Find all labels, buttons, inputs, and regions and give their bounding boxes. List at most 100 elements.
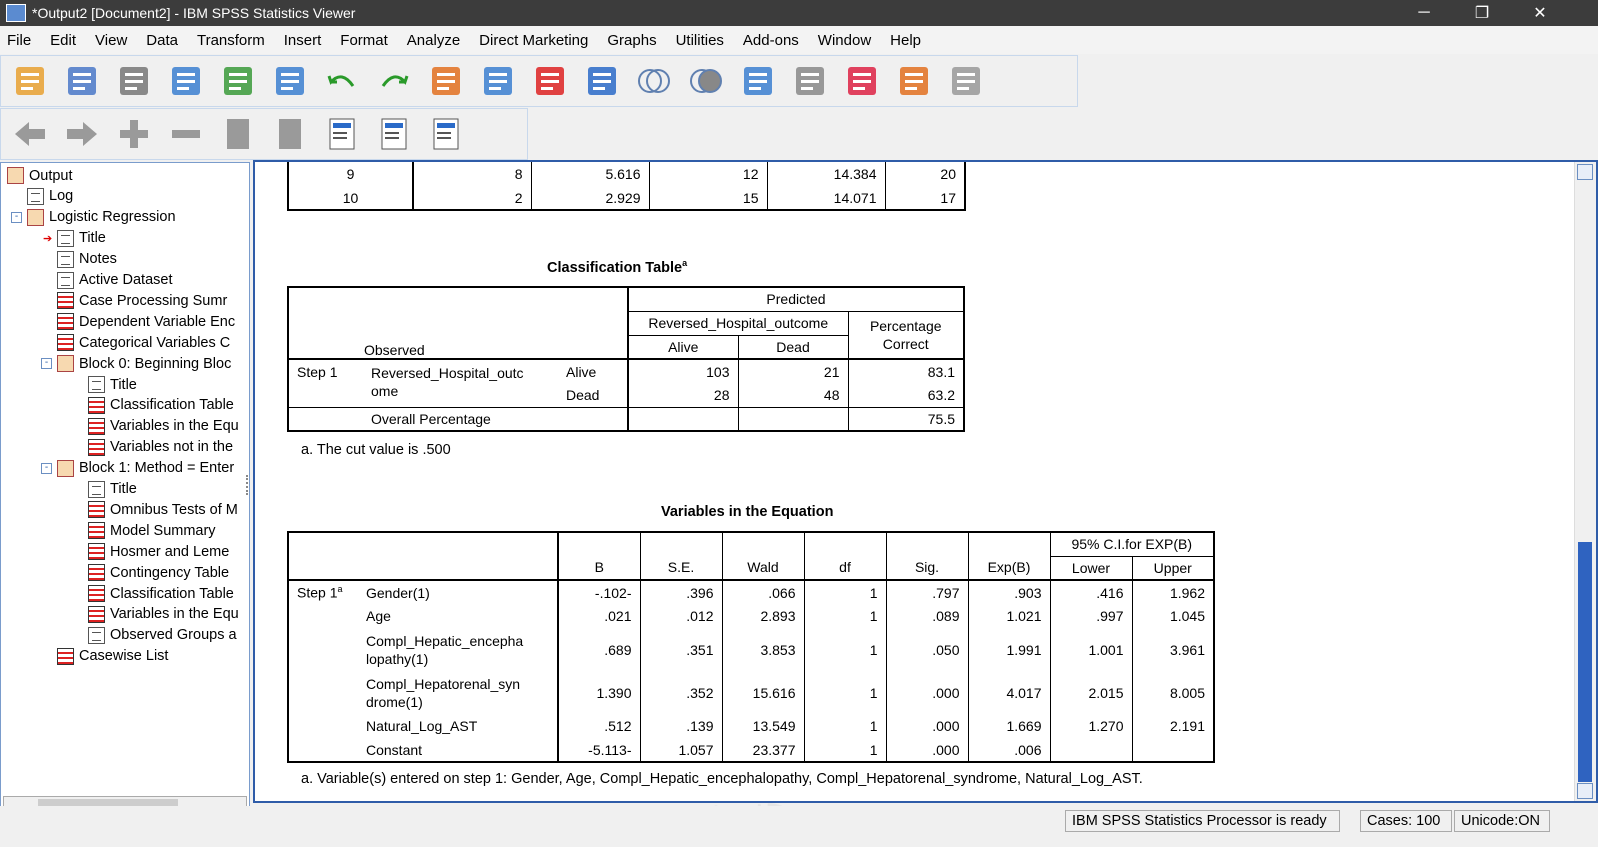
table-cell: .416 xyxy=(1050,580,1133,604)
select-cases-icon[interactable] xyxy=(633,60,675,102)
book-icon xyxy=(7,167,24,184)
outline-item[interactable]: Variables not in the xyxy=(88,437,233,458)
scrollbar-thumb[interactable] xyxy=(1578,542,1592,782)
menu-insert[interactable]: Insert xyxy=(284,32,322,49)
open-icon[interactable] xyxy=(9,60,51,102)
collapse-icon[interactable]: - xyxy=(11,211,22,223)
row-var-line1: Reversed_Hospital_outc xyxy=(371,365,524,381)
menu-utilities[interactable]: Utilities xyxy=(676,32,724,49)
save-icon[interactable] xyxy=(61,60,103,102)
run-script-icon[interactable] xyxy=(893,60,935,102)
table-icon xyxy=(88,396,105,414)
outline-item-label: Model Summary xyxy=(110,522,216,539)
outline-item[interactable]: Log xyxy=(27,186,73,207)
menu-file[interactable]: File xyxy=(7,32,31,49)
hide-icon[interactable] xyxy=(269,113,311,155)
menu-analyze[interactable]: Analyze xyxy=(407,32,460,49)
outline-item[interactable]: Case Processing Sumr xyxy=(57,290,227,311)
menu-edit[interactable]: Edit xyxy=(50,32,76,49)
display-icon[interactable] xyxy=(945,60,987,102)
outline-item[interactable]: Observed Groups a xyxy=(88,625,237,646)
outline-item[interactable]: Dependent Variable Enc xyxy=(57,311,235,332)
goto-case-icon[interactable] xyxy=(477,60,519,102)
print-preview-icon[interactable] xyxy=(165,60,207,102)
insert-output-icon[interactable] xyxy=(529,60,571,102)
export-icon[interactable] xyxy=(217,60,259,102)
recall-dialog-icon[interactable] xyxy=(269,60,311,102)
dead-col-header: Dead xyxy=(738,335,849,360)
outline-pane[interactable]: Output Log Logistic Regression - ➔ Title Notes… xyxy=(0,162,250,817)
minimize-icon[interactable]: ─ xyxy=(1395,0,1453,26)
collapse-icon[interactable]: - xyxy=(41,462,52,474)
demote-icon[interactable] xyxy=(425,113,467,155)
table-cell: .012 xyxy=(640,604,723,628)
outline-item[interactable]: Variables in the Equ xyxy=(88,416,239,437)
outline-item[interactable]: Title xyxy=(88,374,137,395)
variable-name-line1: Constant xyxy=(366,741,423,758)
insert-heading-icon[interactable] xyxy=(321,113,363,155)
show-all-icon[interactable] xyxy=(685,60,727,102)
outline-item[interactable]: Title xyxy=(88,479,137,500)
outline-item[interactable]: ➔ Title xyxy=(43,228,106,249)
outline-item[interactable]: Block 1: Method = Enter xyxy=(57,458,234,479)
table-icon xyxy=(88,605,105,623)
back-icon[interactable] xyxy=(9,113,51,155)
menu-graphs[interactable]: Graphs xyxy=(607,32,656,49)
output-content-pane[interactable]: 9 8 5.616 12 14.384 20 10 2 2.929 15 14.071 17 Clas… xyxy=(253,160,1598,803)
pane-splitter[interactable] xyxy=(246,475,250,495)
menu-data[interactable]: Data xyxy=(146,32,178,49)
menu-format[interactable]: Format xyxy=(340,32,388,49)
table-cell: .797 xyxy=(886,580,969,604)
collapse-icon[interactable]: - xyxy=(41,358,52,370)
table-cell: 3.961 xyxy=(1169,641,1205,658)
value-labels-icon[interactable] xyxy=(737,60,779,102)
outline-item[interactable]: Contingency Table xyxy=(88,562,229,583)
outcome-var-header: Reversed_Hospital_outcome xyxy=(628,311,849,336)
outline-item[interactable]: Omnibus Tests of M xyxy=(88,499,238,520)
scroll-up-icon[interactable] xyxy=(1577,164,1593,180)
predicted-header: Predicted xyxy=(628,287,964,312)
promote-icon[interactable] xyxy=(373,113,415,155)
outline-item[interactable]: Active Dataset xyxy=(57,270,173,291)
menu-window[interactable]: Window xyxy=(818,32,871,49)
outline-item[interactable]: Logistic Regression xyxy=(27,207,176,228)
outline-item[interactable]: Classification Table xyxy=(88,583,234,604)
outline-item[interactable]: Notes xyxy=(57,249,117,270)
expand-icon[interactable] xyxy=(113,113,155,155)
menu-direct-marketing[interactable]: Direct Marketing xyxy=(479,32,588,49)
outline-item[interactable]: Hosmer and Leme xyxy=(88,541,229,562)
content-vertical-scrollbar[interactable] xyxy=(1574,162,1596,801)
restore-icon[interactable]: ❐ xyxy=(1453,0,1511,26)
outline-item[interactable]: Casewise List xyxy=(57,646,168,667)
menu-add-ons[interactable]: Add-ons xyxy=(743,32,799,49)
undo-icon[interactable] xyxy=(321,60,363,102)
insert-text-icon[interactable] xyxy=(841,60,883,102)
designate-window-icon[interactable] xyxy=(789,60,831,102)
show-icon[interactable] xyxy=(217,113,259,155)
outline-item-label: Title xyxy=(110,481,137,497)
outline-item[interactable]: Categorical Variables C xyxy=(57,332,230,353)
outline-item[interactable]: Classification Table xyxy=(88,395,234,416)
variables-icon[interactable] xyxy=(581,60,623,102)
column-header: df xyxy=(804,532,887,581)
menu-help[interactable]: Help xyxy=(890,32,921,49)
forward-icon[interactable] xyxy=(61,113,103,155)
table-row: Compl_Hepatorenal_syn drome(1) 1.390.352 15… xyxy=(288,671,1214,714)
table-cell: 1 xyxy=(804,604,887,628)
collapse-icon[interactable] xyxy=(165,113,207,155)
close-icon[interactable]: ✕ xyxy=(1511,0,1569,26)
menu-transform[interactable]: Transform xyxy=(197,32,265,49)
goto-data-icon[interactable] xyxy=(425,60,467,102)
print-icon[interactable] xyxy=(113,60,155,102)
outline-item[interactable]: Block 0: Beginning Bloc xyxy=(57,353,231,374)
outline-item[interactable]: Variables in the Equ xyxy=(88,604,239,625)
scroll-down-icon[interactable] xyxy=(1577,783,1593,799)
outline-item[interactable]: Output xyxy=(7,165,73,186)
classification-table: Observed Predicted Reversed_Hospital_out… xyxy=(287,286,965,432)
menu-view[interactable]: View xyxy=(95,32,127,49)
column-header: Sig. xyxy=(886,532,969,581)
table-cell: .006 xyxy=(968,738,1051,762)
outline-item[interactable]: Model Summary xyxy=(88,520,216,541)
cell: 28 xyxy=(628,383,739,407)
redo-icon[interactable] xyxy=(373,60,415,102)
